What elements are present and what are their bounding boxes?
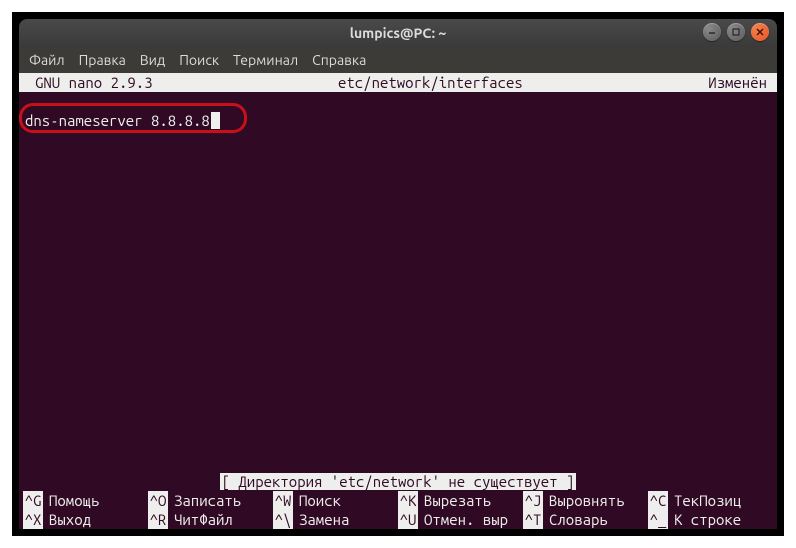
nano-version: GNU nano 2.9.3 bbox=[25, 73, 153, 92]
shortcut-key: ^X bbox=[23, 510, 43, 529]
screenshot-frame: lumpics@PC: ~ Файл Правка Вид Поиск Терм… bbox=[12, 12, 784, 536]
shortcut-key: ^_ bbox=[648, 510, 668, 529]
shortcut-label: Записать bbox=[174, 491, 241, 510]
close-button[interactable] bbox=[751, 23, 769, 41]
shortcut-search: ^W Поиск bbox=[273, 491, 398, 510]
menu-file[interactable]: Файл bbox=[29, 52, 65, 68]
nano-status-message: [ Директория 'etc/network' не существует… bbox=[220, 473, 577, 490]
cursor bbox=[211, 112, 220, 129]
titlebar: lumpics@PC: ~ bbox=[19, 19, 777, 47]
shortcut-key: ^G bbox=[23, 491, 43, 510]
shortcut-label: Словарь bbox=[549, 510, 608, 529]
shortcut-readfile: ^R ЧитФайл bbox=[148, 510, 273, 529]
shortcut-label: Выровнять bbox=[549, 491, 625, 510]
shortcut-label: Поиск bbox=[299, 491, 341, 510]
shortcut-label: Выход bbox=[49, 510, 91, 529]
shortcut-label: Помощь bbox=[49, 491, 99, 510]
maximize-button[interactable] bbox=[727, 23, 745, 41]
shortcut-label: ТекПозиц bbox=[674, 491, 741, 510]
nano-header: GNU nano 2.9.3 etc/network/interfaces Из… bbox=[19, 73, 777, 92]
shortcut-key: ^W bbox=[273, 491, 293, 510]
shortcut-key: ^\ bbox=[273, 510, 293, 529]
shortcut-curpos: ^C ТекПозиц bbox=[648, 491, 773, 510]
shortcut-key: ^C bbox=[648, 491, 668, 510]
shortcut-exit: ^X Выход bbox=[23, 510, 148, 529]
shortcut-label: Отмен. выр bbox=[424, 510, 508, 529]
editor-text: dns-nameserver 8.8.8.8 bbox=[25, 112, 210, 129]
shortcut-help: ^G Помощь bbox=[23, 491, 148, 510]
shortcut-label: К строке bbox=[674, 510, 741, 529]
editor-content[interactable]: dns-nameserver 8.8.8.8 bbox=[25, 111, 220, 130]
nano-modified: Изменён bbox=[708, 73, 771, 92]
terminal-area[interactable]: GNU nano 2.9.3 etc/network/interfaces Из… bbox=[19, 73, 777, 529]
shortcut-key: ^T bbox=[523, 510, 543, 529]
shortcut-label: Замена bbox=[299, 510, 349, 529]
menu-terminal[interactable]: Терминал bbox=[233, 52, 298, 68]
menu-search[interactable]: Поиск bbox=[179, 52, 219, 68]
menu-view[interactable]: Вид bbox=[140, 52, 165, 68]
shortcut-key: ^O bbox=[148, 491, 168, 510]
shortcut-uncut: ^U Отмен. выр bbox=[398, 510, 523, 529]
minimize-button[interactable] bbox=[703, 23, 721, 41]
window-controls bbox=[703, 23, 769, 41]
shortcut-key: ^R bbox=[148, 510, 168, 529]
maximize-icon bbox=[731, 27, 741, 37]
nano-filename: etc/network/interfaces bbox=[153, 73, 709, 92]
shortcut-writeout: ^O Записать bbox=[148, 491, 273, 510]
terminal-window: lumpics@PC: ~ Файл Правка Вид Поиск Терм… bbox=[19, 19, 777, 529]
shortcut-spell: ^T Словарь bbox=[523, 510, 648, 529]
shortcut-replace: ^\ Замена bbox=[273, 510, 398, 529]
shortcut-key: ^U bbox=[398, 510, 418, 529]
shortcut-label: Вырезать bbox=[424, 491, 491, 510]
nano-shortcuts: ^G Помощь ^O Записать ^W Поиск ^K Вырезать ^… bbox=[23, 491, 773, 529]
minimize-icon bbox=[707, 27, 717, 37]
menubar: Файл Правка Вид Поиск Терминал Справка bbox=[19, 47, 777, 73]
shortcut-gotoline: ^_ К строке bbox=[648, 510, 773, 529]
nano-status-line: [ Директория 'etc/network' не существует… bbox=[19, 472, 777, 491]
menu-edit[interactable]: Правка bbox=[79, 52, 126, 68]
shortcut-key: ^J bbox=[523, 491, 543, 510]
shortcut-label: ЧитФайл bbox=[174, 510, 233, 529]
menu-help[interactable]: Справка bbox=[312, 52, 366, 68]
close-icon bbox=[755, 27, 765, 37]
window-title: lumpics@PC: ~ bbox=[19, 25, 777, 41]
shortcut-cut: ^K Вырезать bbox=[398, 491, 523, 510]
shortcut-key: ^K bbox=[398, 491, 418, 510]
shortcut-justify: ^J Выровнять bbox=[523, 491, 648, 510]
